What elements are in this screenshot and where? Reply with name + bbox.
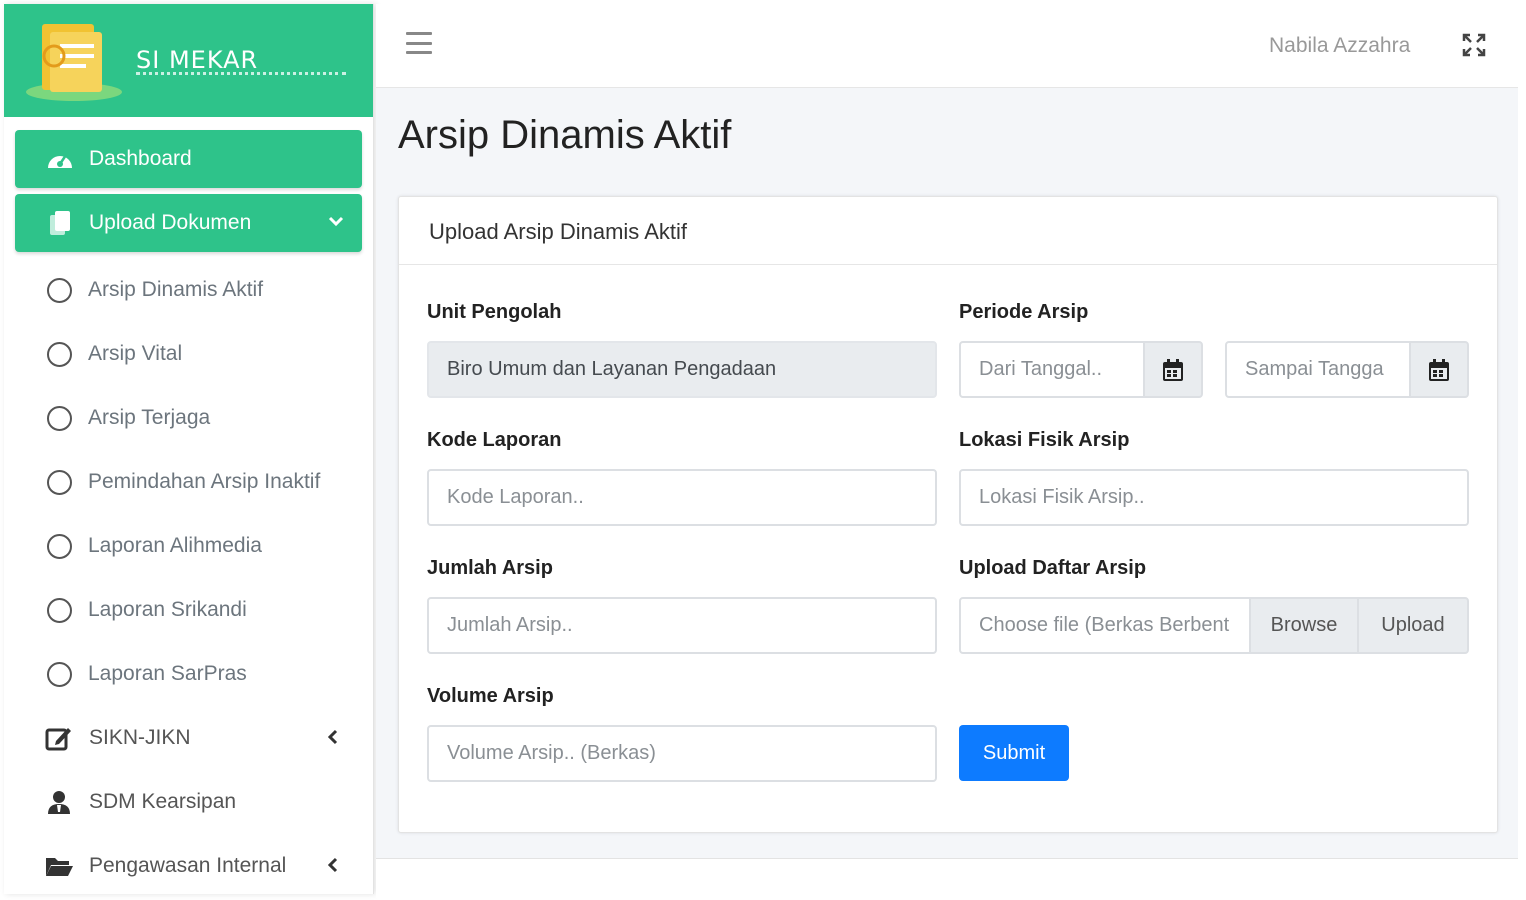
- circle-icon: [47, 533, 72, 559]
- sidebar-item-pengawasan-internal[interactable]: Pengawasan Internal: [15, 834, 362, 894]
- hamburger-menu-icon[interactable]: [406, 32, 432, 54]
- page-title: Arsip Dinamis Aktif: [398, 113, 732, 157]
- date-to-input[interactable]: Sampai Tangga: [1225, 341, 1411, 398]
- circle-icon: [47, 661, 72, 687]
- sidebar-item-label: Upload Dokumen: [89, 211, 252, 234]
- sidebar-item-label: Arsip Vital: [88, 342, 183, 365]
- browse-button[interactable]: Browse: [1249, 597, 1359, 654]
- upload-form-card: Upload Arsip Dinamis Aktif Unit Pengolah…: [398, 196, 1498, 833]
- jumlah-arsip-placeholder: Jumlah Arsip..: [447, 614, 573, 636]
- user-name[interactable]: Nabila Azzahra: [1269, 34, 1410, 58]
- app-tagline-decoration: [136, 72, 346, 76]
- sidebar-item-pemindahan-arsip-inaktif[interactable]: Pemindahan Arsip Inaktif: [15, 450, 362, 514]
- calendar-icon: [1429, 358, 1449, 381]
- circle-icon: [47, 341, 72, 367]
- volume-arsip-label: Volume Arsip: [427, 685, 554, 707]
- sidebar-item-sdm-kearsipan[interactable]: SDM Kearsipan: [15, 770, 362, 834]
- chevron-left-icon: [327, 725, 338, 751]
- folder-open-icon: [43, 852, 75, 880]
- sidebar-item-upload-dokumen[interactable]: Upload Dokumen: [15, 194, 362, 252]
- fullscreen-icon[interactable]: [1461, 32, 1487, 58]
- sidebar-item-label: Dashboard: [89, 147, 192, 170]
- kode-laporan-input[interactable]: Kode Laporan..: [427, 469, 937, 526]
- lokasi-fisik-label: Lokasi Fisik Arsip: [959, 429, 1130, 451]
- topbar: Nabila Azzahra: [376, 4, 1518, 88]
- calendar-from-button[interactable]: [1143, 341, 1203, 398]
- lokasi-fisik-placeholder: Lokasi Fisik Arsip..: [979, 486, 1145, 508]
- card-title: Upload Arsip Dinamis Aktif: [399, 197, 1497, 265]
- submit-button[interactable]: Submit: [959, 725, 1069, 781]
- unit-pengolah-label: Unit Pengolah: [427, 301, 562, 323]
- kode-laporan-placeholder: Kode Laporan..: [447, 486, 584, 508]
- unit-pengolah-value: Biro Umum dan Layanan Pengadaan: [447, 358, 777, 380]
- volume-arsip-placeholder: Volume Arsip.. (Berkas): [447, 742, 656, 764]
- sidebar-item-arsip-vital[interactable]: Arsip Vital: [15, 322, 362, 386]
- circle-icon: [47, 277, 72, 303]
- brand-header[interactable]: SI MEKAR: [4, 4, 373, 117]
- next-card-edge: [376, 858, 1518, 898]
- date-from-placeholder: Dari Tanggal..: [979, 358, 1103, 380]
- sidebar-item-laporan-alihmedia[interactable]: Laporan Alihmedia: [15, 514, 362, 578]
- date-from-input[interactable]: Dari Tanggal..: [959, 341, 1145, 398]
- copy-icon: [43, 209, 77, 237]
- sidebar-item-label: Laporan Alihmedia: [88, 534, 262, 557]
- chevron-down-icon: [328, 214, 344, 232]
- sidebar-item-label: Pengawasan Internal: [89, 854, 287, 877]
- sidebar-item-label: Arsip Dinamis Aktif: [88, 278, 264, 301]
- app-logo: [26, 24, 122, 101]
- jumlah-arsip-label: Jumlah Arsip: [427, 557, 553, 579]
- upload-daftar-label: Upload Daftar Arsip: [959, 557, 1147, 579]
- kode-laporan-label: Kode Laporan: [427, 429, 562, 451]
- main-content: Arsip Dinamis Aktif Upload Arsip Dinamis…: [376, 88, 1518, 898]
- jumlah-arsip-input[interactable]: Jumlah Arsip..: [427, 597, 937, 654]
- sidebar-item-sikn-jikn[interactable]: SIKN-JIKN: [15, 706, 362, 770]
- sidebar-item-label: SDM Kearsipan: [89, 790, 237, 813]
- chevron-left-icon: [327, 853, 338, 879]
- calendar-icon: [1163, 358, 1183, 381]
- app-name: SI MEKAR: [136, 46, 259, 74]
- file-input[interactable]: Choose file (Berkas Berbent: [959, 597, 1251, 654]
- sidebar-item-laporan-srikandi[interactable]: Laporan Srikandi: [15, 578, 362, 642]
- circle-icon: [47, 469, 72, 495]
- user-tie-icon: [43, 788, 75, 816]
- calendar-to-button[interactable]: [1409, 341, 1469, 398]
- upload-button[interactable]: Upload: [1357, 597, 1469, 654]
- circle-icon: [47, 597, 72, 623]
- sidebar: SI MEKAR Dashboard Upload Dokumen Arsip …: [4, 4, 374, 894]
- sidebar-item-arsip-terjaga[interactable]: Arsip Terjaga: [15, 386, 362, 450]
- tachometer-icon: [43, 145, 77, 173]
- unit-pengolah-field: Biro Umum dan Layanan Pengadaan: [427, 341, 937, 398]
- periode-arsip-label: Periode Arsip: [959, 301, 1089, 323]
- sidebar-item-label: Laporan SarPras: [88, 662, 247, 685]
- sidebar-item-dashboard[interactable]: Dashboard: [15, 130, 362, 188]
- lokasi-fisik-input[interactable]: Lokasi Fisik Arsip..: [959, 469, 1469, 526]
- volume-arsip-input[interactable]: Volume Arsip.. (Berkas): [427, 725, 937, 782]
- date-to-placeholder: Sampai Tangga: [1245, 358, 1384, 380]
- sidebar-item-label: Pemindahan Arsip Inaktif: [88, 470, 321, 493]
- sidebar-item-laporan-sarpras[interactable]: Laporan SarPras: [15, 642, 362, 706]
- sidebar-item-label: SIKN-JIKN: [89, 726, 191, 749]
- sidebar-item-arsip-dinamis-aktif[interactable]: Arsip Dinamis Aktif: [15, 258, 362, 322]
- file-input-placeholder: Choose file (Berkas Berbent: [979, 614, 1230, 636]
- sidebar-item-label: Laporan Srikandi: [88, 598, 247, 621]
- circle-icon: [47, 405, 72, 431]
- edit-icon: [43, 724, 75, 752]
- sidebar-nav: Dashboard Upload Dokumen Arsip Dinamis A…: [4, 117, 373, 894]
- sidebar-item-label: Arsip Terjaga: [88, 406, 211, 429]
